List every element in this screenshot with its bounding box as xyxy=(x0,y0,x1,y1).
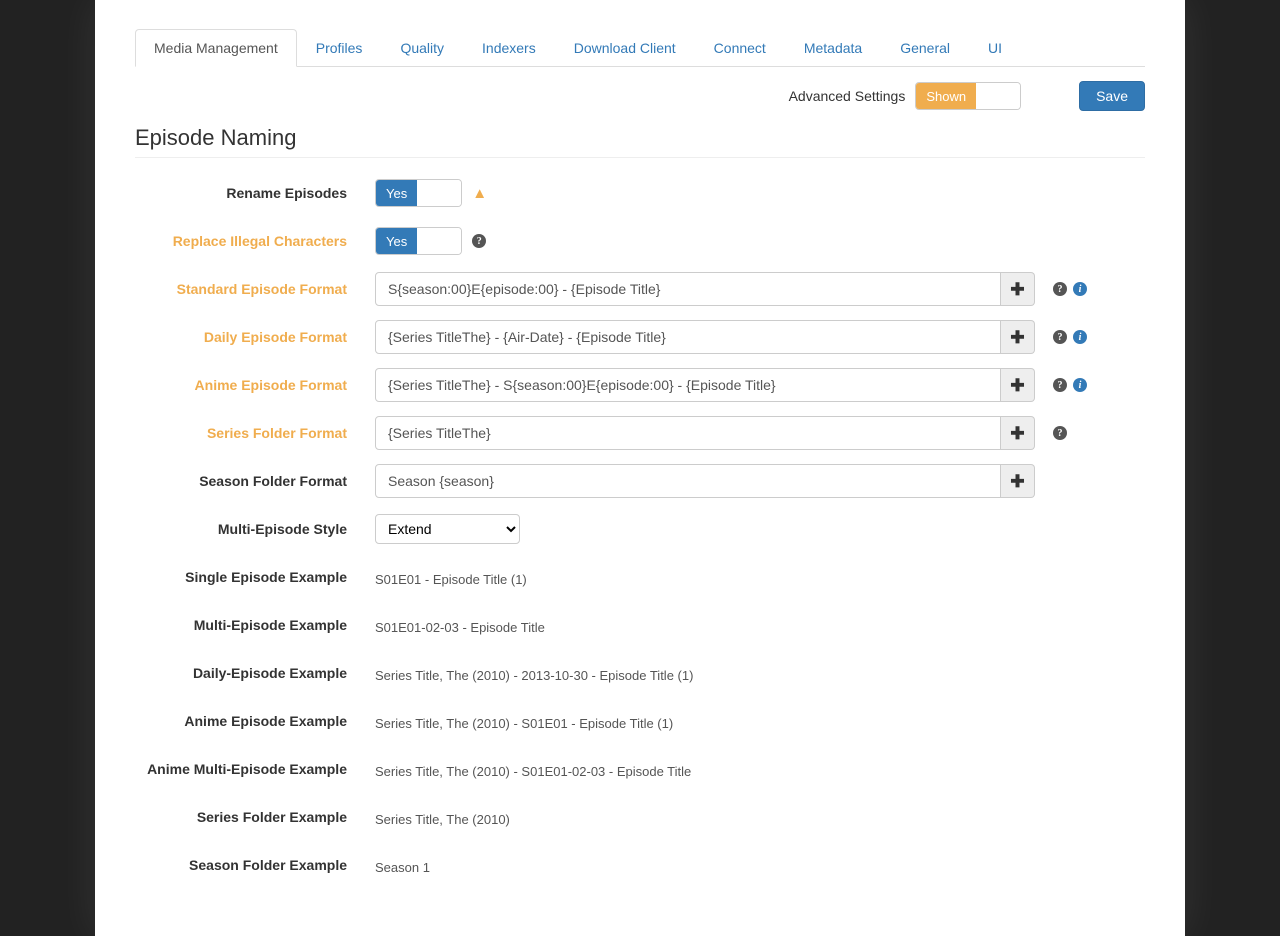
row-rename-episodes: Rename Episodes Yes ▲ xyxy=(135,176,1145,210)
plus-icon: ✚ xyxy=(1010,425,1024,442)
tab-indexers[interactable]: Indexers xyxy=(463,29,555,67)
advanced-settings-toggle[interactable]: Shown xyxy=(915,82,1021,110)
daily-example-text: Series Title, The (2010) - 2013-10-30 - … xyxy=(375,664,693,683)
advanced-settings-label: Advanced Settings xyxy=(789,88,906,104)
standard-format-add-button[interactable]: ✚ xyxy=(1001,272,1035,306)
toggle-off xyxy=(976,83,1020,109)
label-series-folder-example: Series Folder Example xyxy=(135,809,375,825)
row-season-folder: Season Folder Format ✚ xyxy=(135,464,1145,498)
row-anime-multi-example: Anime Multi-Episode Example Series Title… xyxy=(135,752,1145,786)
daily-format-input[interactable] xyxy=(375,320,1001,354)
season-folder-input[interactable] xyxy=(375,464,1001,498)
toolbar: Advanced Settings Shown Save xyxy=(135,81,1145,111)
help-icon[interactable]: ? xyxy=(1053,378,1067,392)
row-replace-illegal: Replace Illegal Characters Yes ? xyxy=(135,224,1145,258)
plus-icon: ✚ xyxy=(1010,329,1024,346)
rename-episodes-toggle[interactable]: Yes xyxy=(375,179,462,207)
anime-format-add-button[interactable]: ✚ xyxy=(1001,368,1035,402)
row-series-folder: Series Folder Format ✚ ? xyxy=(135,416,1145,450)
toggle-shown: Shown xyxy=(916,83,976,109)
save-button[interactable]: Save xyxy=(1079,81,1145,111)
anime-multi-example-text: Series Title, The (2010) - S01E01-02-03 … xyxy=(375,760,691,779)
info-icon[interactable]: i xyxy=(1073,378,1087,392)
label-replace-illegal: Replace Illegal Characters xyxy=(135,233,375,249)
multi-example-text: S01E01-02-03 - Episode Title xyxy=(375,616,545,635)
label-anime-format: Anime Episode Format xyxy=(135,377,375,393)
anime-example-text: Series Title, The (2010) - S01E01 - Epis… xyxy=(375,712,673,731)
row-anime-example: Anime Episode Example Series Title, The … xyxy=(135,704,1145,738)
toggle-off xyxy=(417,228,461,254)
tab-connect[interactable]: Connect xyxy=(695,29,785,67)
tab-media-management[interactable]: Media Management xyxy=(135,29,297,67)
tab-quality[interactable]: Quality xyxy=(381,29,463,67)
label-anime-multi-example: Anime Multi-Episode Example xyxy=(135,761,375,777)
toggle-yes: Yes xyxy=(376,228,417,254)
single-example-text: S01E01 - Episode Title (1) xyxy=(375,568,527,587)
label-anime-example: Anime Episode Example xyxy=(135,713,375,729)
toggle-off xyxy=(417,180,461,206)
row-daily-format: Daily Episode Format ✚ ? i xyxy=(135,320,1145,354)
series-folder-input[interactable] xyxy=(375,416,1001,450)
label-multi-style: Multi-Episode Style xyxy=(135,521,375,537)
daily-format-add-button[interactable]: ✚ xyxy=(1001,320,1035,354)
info-icon[interactable]: i xyxy=(1073,282,1087,296)
tabs-nav: Media Management Profiles Quality Indexe… xyxy=(135,28,1145,67)
warning-icon: ▲ xyxy=(472,185,487,202)
row-series-folder-example: Series Folder Example Series Title, The … xyxy=(135,800,1145,834)
plus-icon: ✚ xyxy=(1010,281,1024,298)
label-multi-example: Multi-Episode Example xyxy=(135,617,375,633)
label-season-folder-example: Season Folder Example xyxy=(135,857,375,873)
settings-page: Media Management Profiles Quality Indexe… xyxy=(95,0,1185,936)
label-daily-format: Daily Episode Format xyxy=(135,329,375,345)
label-rename-episodes: Rename Episodes xyxy=(135,185,375,201)
plus-icon: ✚ xyxy=(1010,377,1024,394)
plus-icon: ✚ xyxy=(1010,473,1024,490)
season-folder-add-button[interactable]: ✚ xyxy=(1001,464,1035,498)
toggle-yes: Yes xyxy=(376,180,417,206)
multi-style-select[interactable]: Extend xyxy=(375,514,520,544)
row-multi-example: Multi-Episode Example S01E01-02-03 - Epi… xyxy=(135,608,1145,642)
row-daily-example: Daily-Episode Example Series Title, The … xyxy=(135,656,1145,690)
tab-general[interactable]: General xyxy=(881,29,969,67)
tab-download-client[interactable]: Download Client xyxy=(555,29,695,67)
tab-metadata[interactable]: Metadata xyxy=(785,29,881,67)
series-folder-example-text: Series Title, The (2010) xyxy=(375,808,510,827)
standard-format-input[interactable] xyxy=(375,272,1001,306)
row-multi-style: Multi-Episode Style Extend xyxy=(135,512,1145,546)
anime-format-input[interactable] xyxy=(375,368,1001,402)
label-single-example: Single Episode Example xyxy=(135,569,375,585)
tab-ui[interactable]: UI xyxy=(969,29,1021,67)
label-daily-example: Daily-Episode Example xyxy=(135,665,375,681)
help-icon[interactable]: ? xyxy=(1053,330,1067,344)
series-folder-add-button[interactable]: ✚ xyxy=(1001,416,1035,450)
tab-profiles[interactable]: Profiles xyxy=(297,29,382,67)
help-icon[interactable]: ? xyxy=(1053,426,1067,440)
label-standard-format: Standard Episode Format xyxy=(135,281,375,297)
row-season-folder-example: Season Folder Example Season 1 xyxy=(135,848,1145,882)
row-anime-format: Anime Episode Format ✚ ? i xyxy=(135,368,1145,402)
label-series-folder: Series Folder Format xyxy=(135,425,375,441)
replace-illegal-toggle[interactable]: Yes xyxy=(375,227,462,255)
help-icon[interactable]: ? xyxy=(472,234,486,248)
section-title: Episode Naming xyxy=(135,125,1145,158)
row-standard-format: Standard Episode Format ✚ ? i xyxy=(135,272,1145,306)
label-season-folder: Season Folder Format xyxy=(135,473,375,489)
info-icon[interactable]: i xyxy=(1073,330,1087,344)
help-icon[interactable]: ? xyxy=(1053,282,1067,296)
row-single-example: Single Episode Example S01E01 - Episode … xyxy=(135,560,1145,594)
season-folder-example-text: Season 1 xyxy=(375,856,430,875)
